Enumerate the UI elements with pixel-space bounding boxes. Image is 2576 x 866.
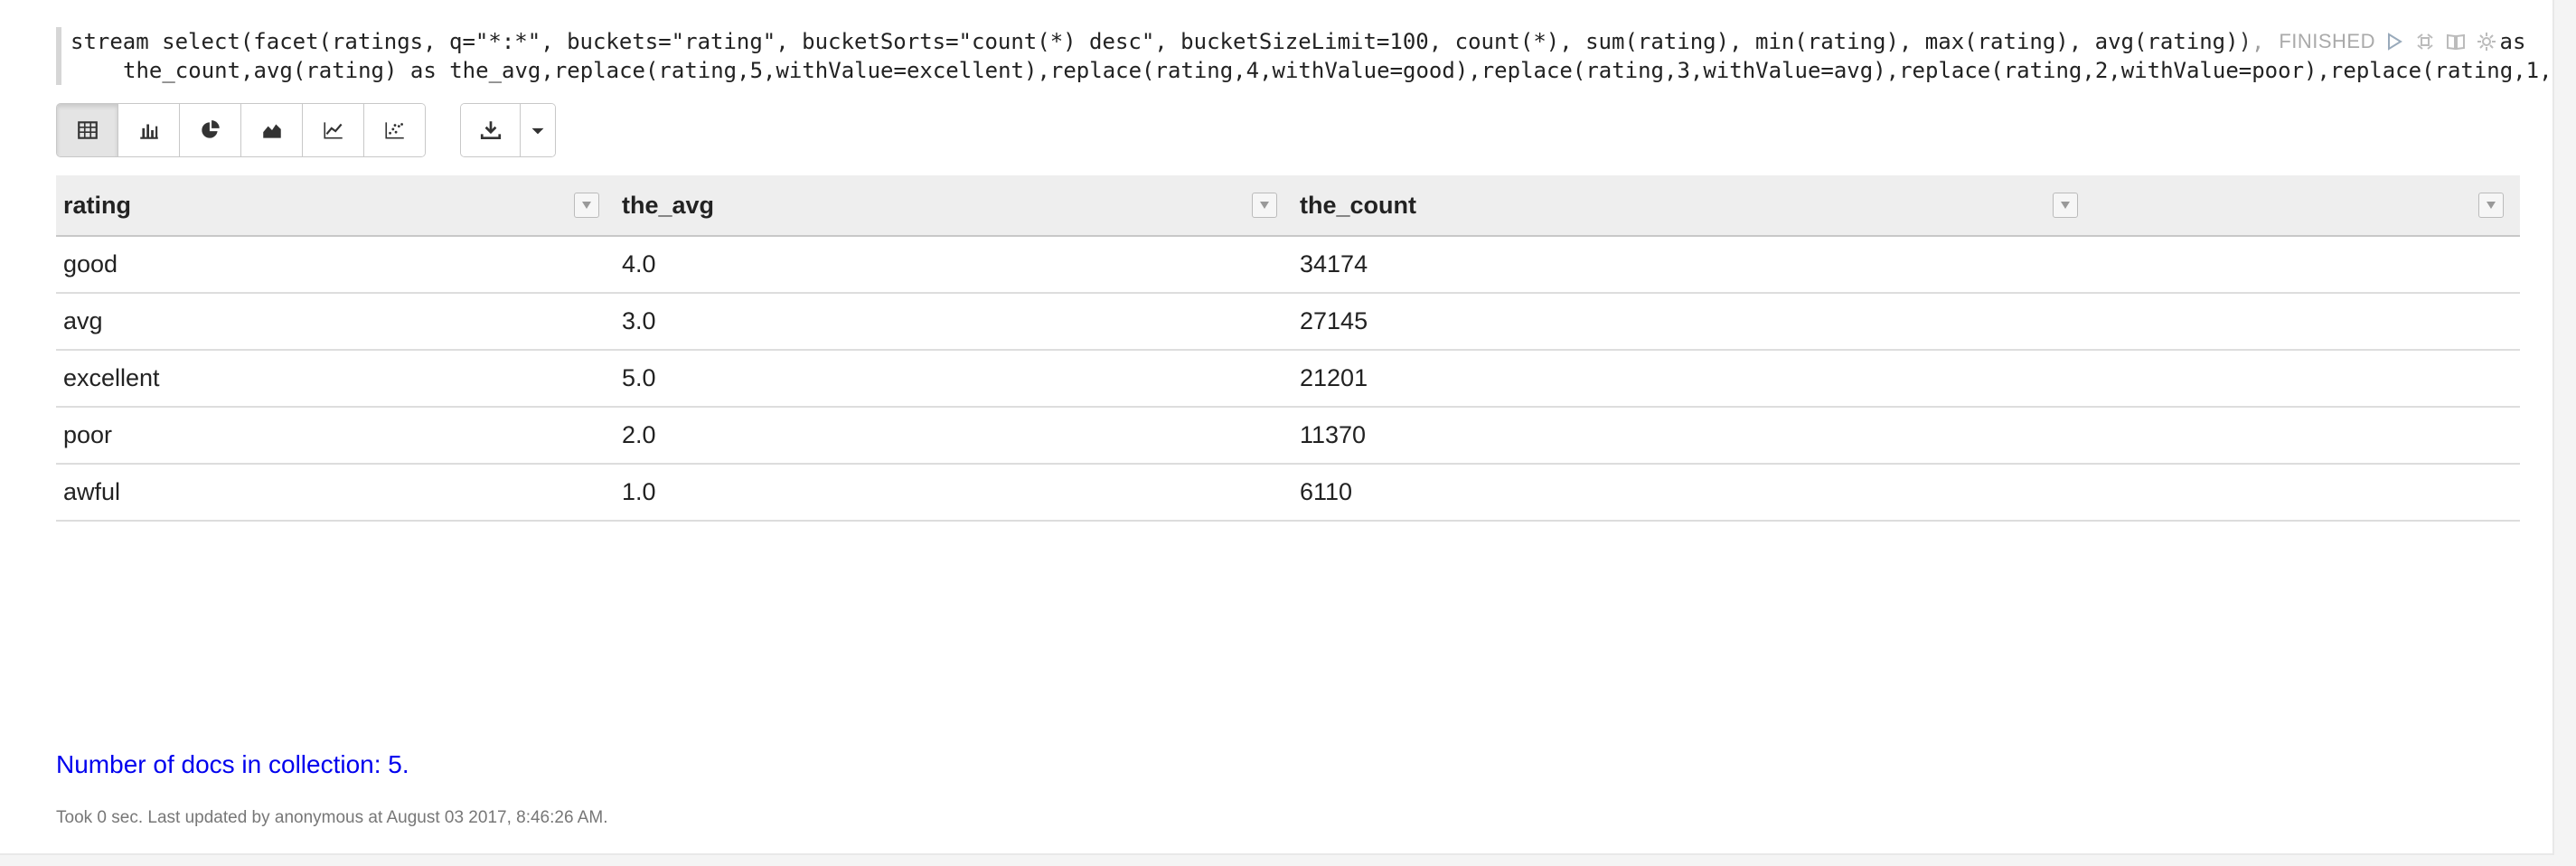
- view-mode-group: [56, 103, 426, 157]
- line-chart-button[interactable]: [303, 104, 364, 156]
- cell-rating: poor: [63, 421, 113, 448]
- scatter-chart-button[interactable]: [364, 104, 425, 156]
- table-icon: [77, 121, 98, 139]
- code-line-1[interactable]: stream select(facet(ratings, q="*:*", bu…: [61, 27, 2547, 56]
- pie-chart-button[interactable]: [180, 104, 241, 156]
- cell-rating: good: [63, 250, 118, 278]
- cell-rating: avg: [63, 307, 103, 334]
- code-editor[interactable]: stream select(facet(ratings, q="*:*", bu…: [56, 27, 2547, 85]
- visualization-toolbar: [56, 103, 556, 157]
- cell-the-avg: 4.0: [622, 250, 656, 278]
- last-updated-text: Took 0 sec. Last updated by anonymous at…: [56, 808, 608, 827]
- download-dropdown-button[interactable]: [521, 104, 555, 156]
- area-chart-icon: [262, 124, 281, 138]
- download-icon: [480, 121, 501, 140]
- cell-the-avg: 2.0: [622, 421, 656, 448]
- cell-the-count: 21201: [1300, 364, 1368, 391]
- docs-count-message: Number of docs in collection: 5.: [56, 750, 409, 778]
- cell-the-count: 6110: [1300, 478, 1353, 505]
- scatter-chart-icon: [384, 122, 404, 139]
- cell-rating: awful: [63, 478, 121, 505]
- paragraph-status-bar: FINISHED: [2242, 27, 2498, 56]
- line-chart-icon: [323, 122, 343, 139]
- book-icon[interactable]: [2444, 30, 2468, 53]
- filter-dropdown-icon[interactable]: [574, 193, 599, 218]
- hide-editor-icon[interactable]: [2413, 30, 2437, 53]
- column-header-the-avg[interactable]: the_avg: [622, 175, 714, 235]
- table-row[interactable]: poor 2.0 11370: [56, 408, 2520, 465]
- notebook-paragraph: stream select(facet(ratings, q="*:*", bu…: [0, 0, 2554, 855]
- bar-chart-button[interactable]: [118, 104, 180, 156]
- settings-gear-icon[interactable]: [2475, 30, 2498, 53]
- cell-the-avg: 3.0: [622, 307, 656, 334]
- download-group: [460, 103, 556, 157]
- table-view-button[interactable]: [57, 104, 118, 156]
- results-table: rating the_avg the_count good 4.0 34174 …: [56, 175, 2520, 522]
- table-row[interactable]: avg 3.0 27145: [56, 294, 2520, 351]
- code-line-2[interactable]: the_count,avg(rating) as the_avg,replace…: [61, 56, 2547, 85]
- cell-the-count: 27145: [1300, 307, 1368, 334]
- cell-the-count: 11370: [1300, 421, 1367, 448]
- filter-dropdown-icon[interactable]: [1252, 193, 1277, 218]
- table-row[interactable]: excellent 5.0 21201: [56, 351, 2520, 408]
- cell-the-count: 34174: [1300, 250, 1368, 278]
- table-row[interactable]: good 4.0 34174: [56, 237, 2520, 294]
- cell-the-avg: 5.0: [622, 364, 656, 391]
- caret-down-icon: [531, 127, 544, 135]
- bar-chart-icon: [139, 124, 158, 139]
- table-header: rating the_avg the_count: [56, 175, 2520, 237]
- area-chart-button[interactable]: [241, 104, 303, 156]
- column-header-rating[interactable]: rating: [63, 175, 131, 235]
- play-icon[interactable]: [2383, 30, 2406, 53]
- column-header-the-count[interactable]: the_count: [1300, 175, 1416, 235]
- table-row[interactable]: awful 1.0 6110: [56, 465, 2520, 522]
- filter-dropdown-icon[interactable]: [2053, 193, 2078, 218]
- filter-dropdown-icon[interactable]: [2478, 193, 2504, 218]
- status-text: FINISHED: [2279, 30, 2375, 52]
- pie-chart-icon: [201, 120, 220, 138]
- cell-rating: excellent: [63, 364, 160, 391]
- download-button[interactable]: [461, 104, 521, 156]
- cell-the-avg: 1.0: [622, 478, 656, 505]
